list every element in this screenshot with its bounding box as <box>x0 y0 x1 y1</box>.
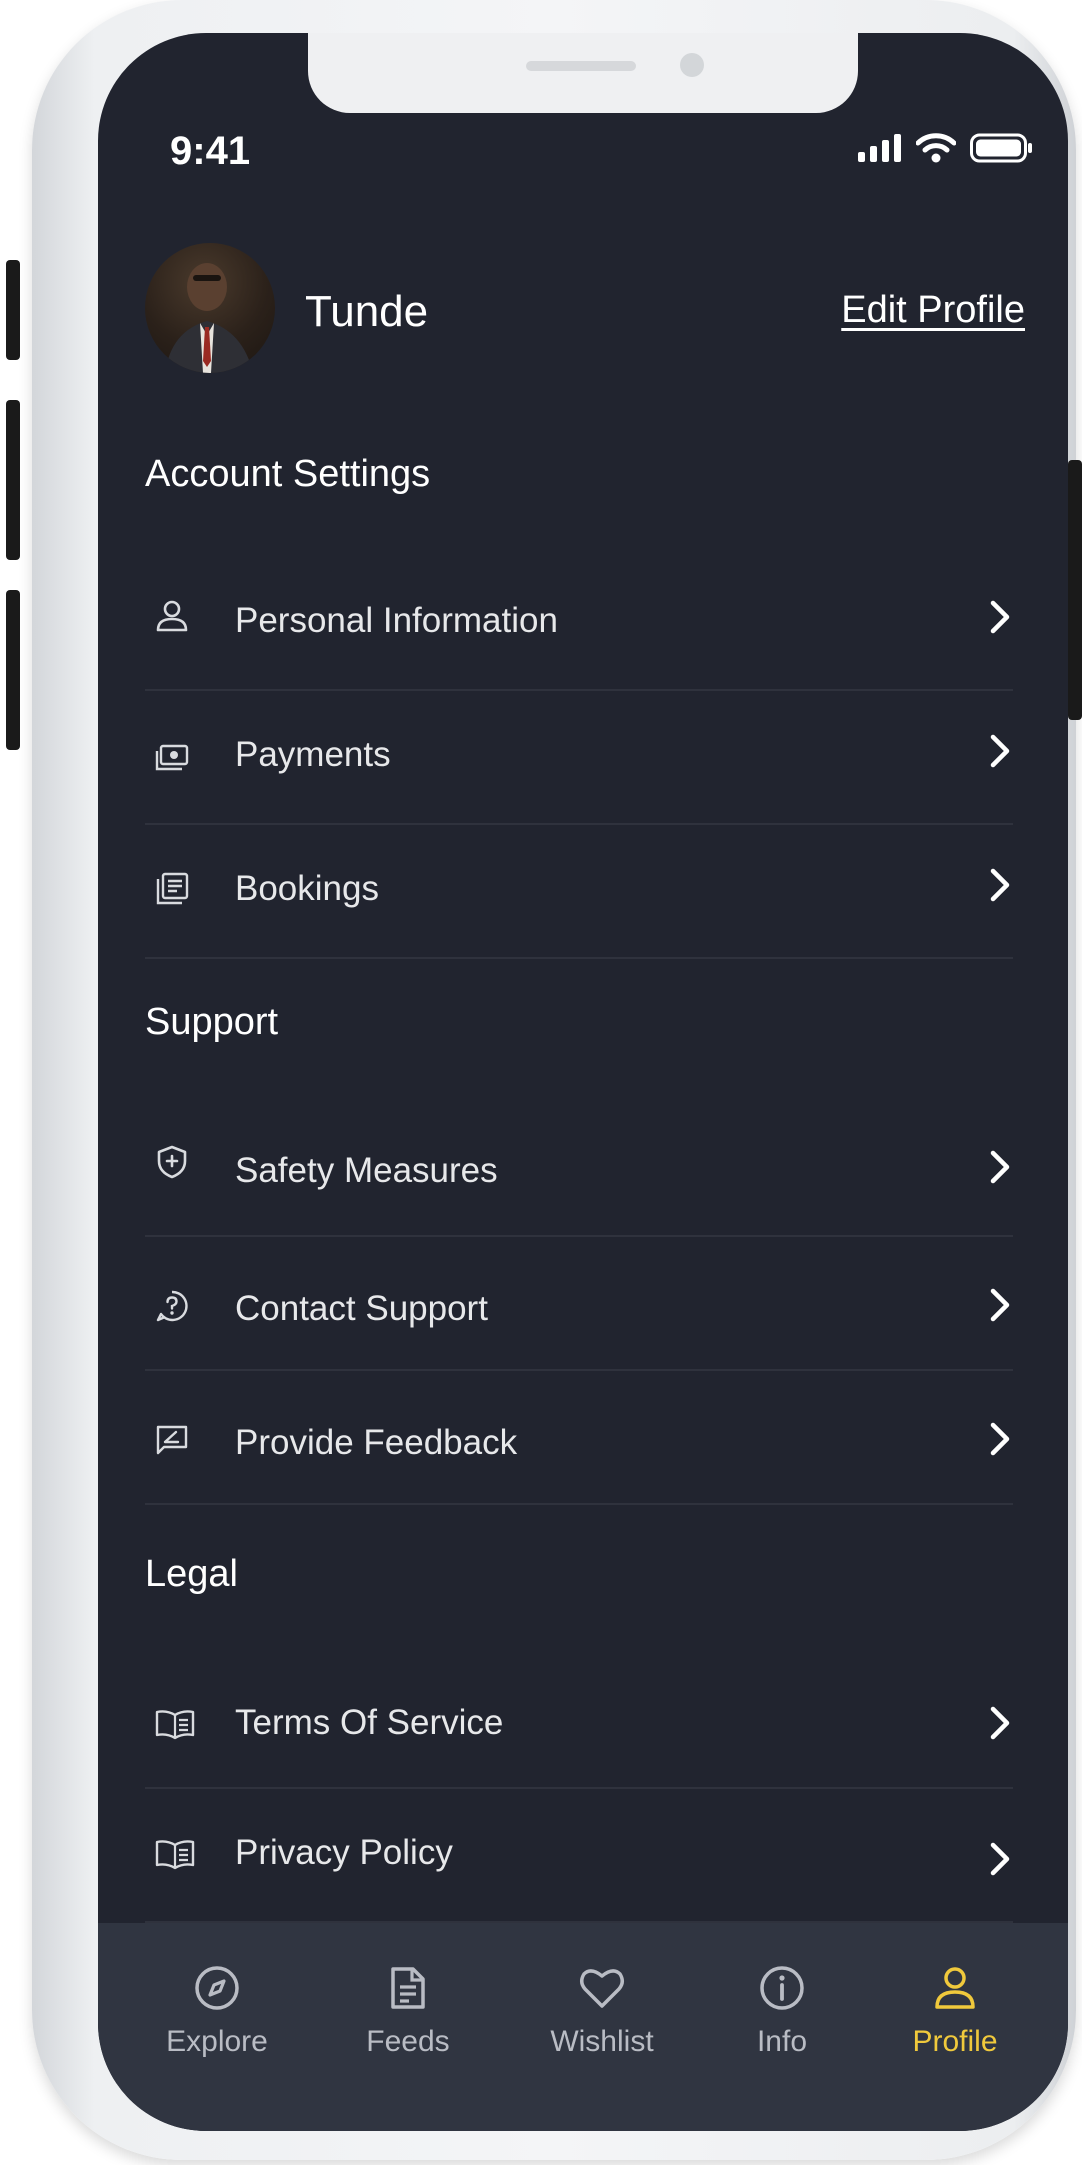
chevron-right-icon <box>990 1288 1010 1322</box>
volume-up-button <box>6 400 20 560</box>
phone-frame: 9:41 Tunde Edit Profile Account Settings… <box>6 0 1082 2160</box>
section-title-account: Account Settings <box>145 453 431 495</box>
chevron-right-icon <box>990 1422 1010 1456</box>
chevron-right-icon <box>990 600 1010 634</box>
chevron-right-icon <box>990 868 1010 902</box>
edit-profile-link[interactable]: Edit Profile <box>841 289 1025 332</box>
menu-item-provide-feedback[interactable]: Provide Feedback <box>145 1371 1013 1505</box>
volume-down-button <box>6 590 20 750</box>
notch <box>308 33 858 113</box>
book-open-icon <box>155 1840 195 1870</box>
menu-item-label: Terms Of Service <box>235 1703 504 1742</box>
user-icon <box>935 1967 975 2009</box>
help-icon <box>156 1290 188 1322</box>
section-title-legal: Legal <box>145 1553 238 1595</box>
speaker <box>526 61 636 71</box>
tab-label: Explore <box>166 2025 268 2058</box>
menu-item-label: Personal Information <box>235 601 558 640</box>
tab-wishlist[interactable]: Wishlist <box>522 1963 682 2059</box>
avatar-image <box>165 263 253 373</box>
tab-label: Info <box>756 2025 808 2058</box>
chevron-right-icon <box>990 734 1010 768</box>
tab-label: Profile <box>912 2025 998 2058</box>
user-name: Tunde <box>305 287 429 336</box>
chevron-right-icon <box>990 1842 1010 1876</box>
divider <box>145 1503 1013 1505</box>
tab-info[interactable]: Info <box>702 1963 862 2059</box>
battery-icon <box>970 133 1032 163</box>
menu-item-terms-of-service[interactable]: Terms Of Service <box>145 1655 1013 1789</box>
menu-item-label: Safety Measures <box>235 1151 498 1190</box>
power-button <box>1068 460 1082 720</box>
mute-switch <box>6 260 20 360</box>
money-icon <box>155 744 189 771</box>
app-screen: 9:41 Tunde Edit Profile Account Settings… <box>98 33 1068 2131</box>
status-time: 9:41 <box>170 129 251 173</box>
menu-item-label: Bookings <box>235 869 379 908</box>
menu-item-bookings[interactable]: Bookings <box>145 825 1013 959</box>
section-title-support: Support <box>145 1001 279 1043</box>
menu-item-label: Privacy Policy <box>235 1833 453 1872</box>
menu-item-safety-measures[interactable]: Safety Measures <box>145 1103 1013 1237</box>
divider <box>145 957 1013 959</box>
menu-item-payments[interactable]: Payments <box>145 691 1013 825</box>
signal-icon <box>858 134 901 162</box>
menu-item-contact-support[interactable]: Contact Support <box>145 1237 1013 1371</box>
person-icon <box>156 600 188 632</box>
tab-profile[interactable]: Profile <box>875 1963 1035 2059</box>
feedback-icon <box>156 1425 188 1455</box>
info-icon <box>760 1966 804 2010</box>
bookings-icon <box>156 872 189 905</box>
front-camera <box>680 53 704 77</box>
document-icon <box>391 1967 425 2009</box>
menu-item-label: Provide Feedback <box>235 1423 518 1462</box>
shield-icon <box>157 1145 187 1179</box>
tab-label: Feeds <box>366 2025 450 2058</box>
status-icons <box>858 133 1032 163</box>
menu-item-label: Contact Support <box>235 1289 488 1328</box>
bottom-tab-bar: Explore Feeds Wishlist Info Profile <box>98 1923 1068 2131</box>
menu-item-privacy-policy[interactable]: Privacy Policy <box>145 1789 1013 1923</box>
menu-item-label: Payments <box>235 735 391 774</box>
tab-feeds[interactable]: Feeds <box>328 1963 488 2059</box>
menu-item-personal-information[interactable]: Personal Information <box>145 557 1013 691</box>
wifi-icon <box>916 133 956 163</box>
book-open-icon <box>155 1710 195 1740</box>
compass-icon <box>195 1966 239 2010</box>
tab-explore[interactable]: Explore <box>137 1963 297 2059</box>
chevron-right-icon <box>990 1706 1010 1740</box>
heart-icon <box>580 1969 624 2008</box>
avatar[interactable] <box>145 243 275 373</box>
chevron-right-icon <box>990 1150 1010 1184</box>
profile-header: Tunde Edit Profile <box>145 243 1025 373</box>
tab-label: Wishlist <box>550 2025 654 2058</box>
